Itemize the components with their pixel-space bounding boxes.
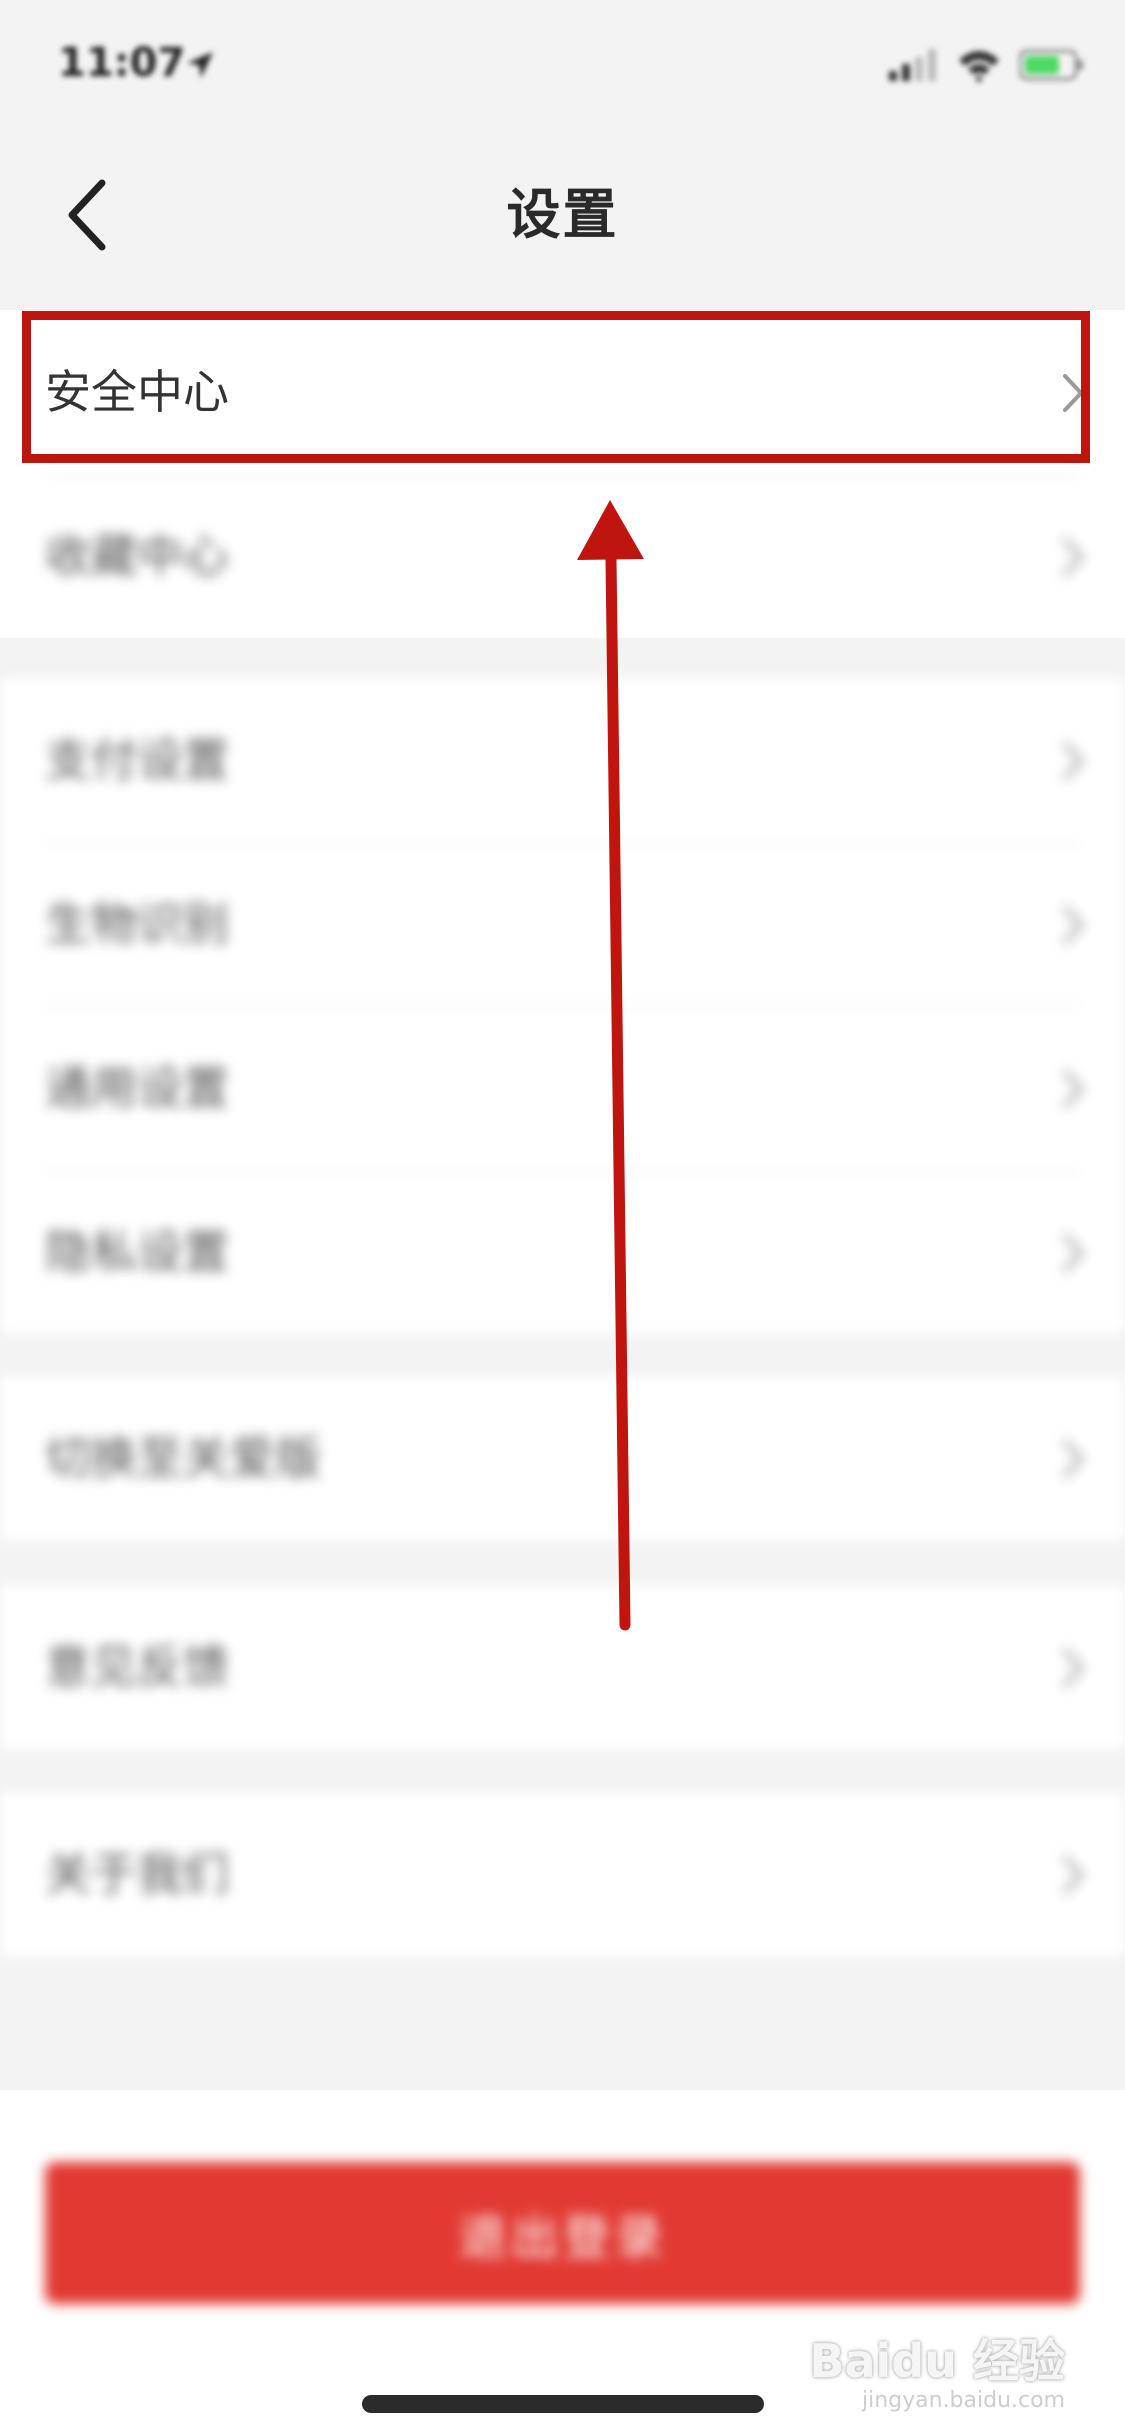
settings-row-payment[interactable]: 支付设置 <box>0 678 1125 842</box>
logout-button[interactable]: 退出登录 <box>45 2162 1080 2304</box>
battery-icon <box>1019 49 1083 81</box>
settings-group-care-mode: 切换至关爱版 <box>0 1376 1125 1540</box>
settings-group-account: 安全中心 收藏中心 <box>0 310 1125 638</box>
settings-group-feedback: 意见反馈 <box>0 1585 1125 1749</box>
settings-row-about-us[interactable]: 关于我们 <box>0 1792 1125 1956</box>
chevron-right-icon <box>1063 1440 1083 1478</box>
chevron-right-icon <box>1063 1649 1083 1687</box>
settings-row-security-center[interactable]: 安全中心 <box>0 310 1125 474</box>
settings-row-care-mode[interactable]: 切换至关爱版 <box>0 1376 1125 1540</box>
chevron-right-icon <box>1063 1856 1083 1894</box>
wifi-icon <box>959 51 999 82</box>
chevron-right-icon <box>1063 906 1083 944</box>
settings-group-about: 关于我们 <box>0 1792 1125 1956</box>
settings-row-favorites-center[interactable]: 收藏中心 <box>0 474 1125 638</box>
row-label: 支付设置 <box>45 733 229 787</box>
nav-bar: 设置 <box>0 120 1125 310</box>
settings-row-privacy[interactable]: 隐私设置 <box>0 1170 1125 1334</box>
status-time: 11:07 <box>58 40 186 86</box>
row-label: 通用设置 <box>45 1061 229 1115</box>
row-label: 意见反馈 <box>45 1640 229 1694</box>
status-bar: 11:07 <box>0 0 1125 120</box>
row-label: 收藏中心 <box>45 529 229 583</box>
row-label: 切换至关爱版 <box>45 1431 321 1485</box>
settings-row-general[interactable]: 通用设置 <box>0 1006 1125 1170</box>
status-icons <box>889 48 1085 82</box>
chevron-right-icon <box>1063 1070 1083 1108</box>
row-label: 安全中心 <box>45 365 229 419</box>
row-label: 隐私设置 <box>45 1225 229 1279</box>
page-title: 设置 <box>506 183 619 246</box>
chevron-right-icon <box>1063 374 1083 412</box>
home-indicator <box>362 2395 764 2413</box>
row-label: 关于我们 <box>45 1847 229 1901</box>
row-label: 生物识别 <box>45 897 229 951</box>
chevron-right-icon <box>1063 1234 1083 1272</box>
location-arrow-icon <box>187 52 213 78</box>
watermark-sub: jingyan.baidu.com <box>861 2388 1065 2413</box>
settings-row-biometrics[interactable]: 生物识别 <box>0 842 1125 1006</box>
settings-row-feedback[interactable]: 意见反馈 <box>0 1585 1125 1749</box>
logout-label: 退出登录 <box>458 2210 667 2266</box>
watermark: Baidu 经验 <box>809 2334 1065 2388</box>
settings-group-general: 支付设置 生物识别 通用设置 隐私设置 <box>0 678 1125 1334</box>
chevron-right-icon <box>1063 742 1083 780</box>
chevron-right-icon <box>1063 538 1083 576</box>
cellular-signal-icon <box>889 49 936 81</box>
